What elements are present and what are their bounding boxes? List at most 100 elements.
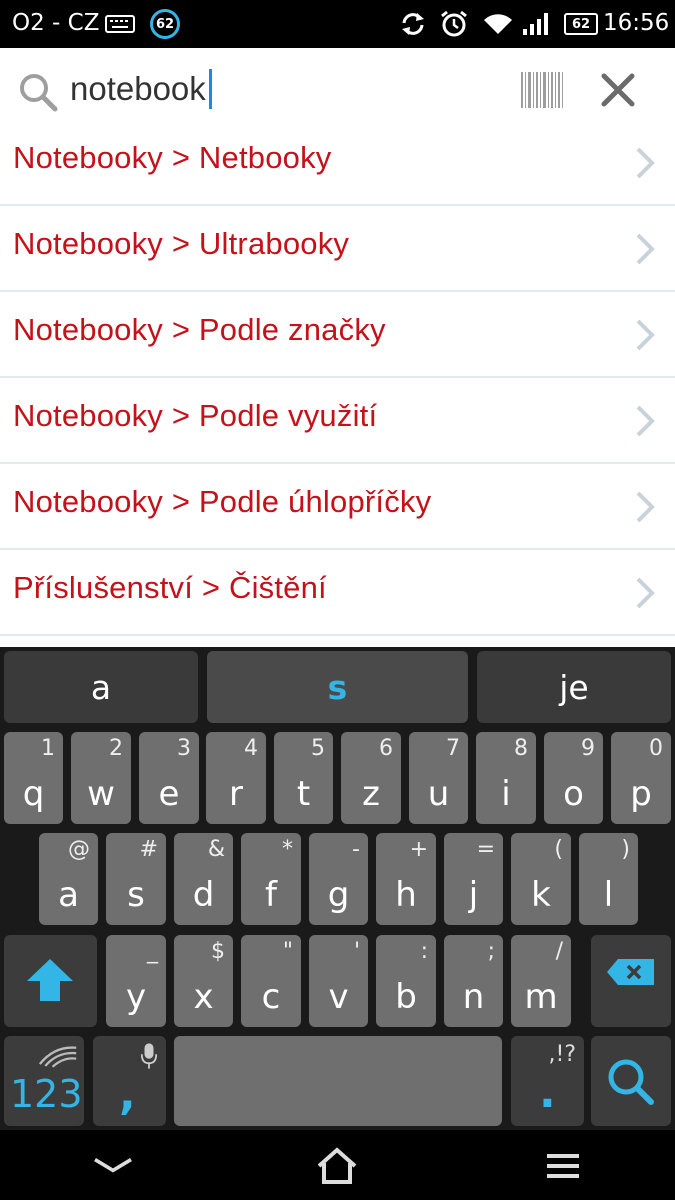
comma-key[interactable]: , [93, 1036, 166, 1126]
key-char: a [58, 875, 79, 915]
period-alt: ,!? [548, 1042, 577, 1067]
key-v[interactable]: ' v [309, 935, 368, 1027]
shift-arrow-icon [27, 959, 73, 1001]
suggestion-item[interactable]: Notebooky > Podle značky [0, 292, 675, 378]
suggestion-label: Notebooky > Netbooky [13, 140, 332, 175]
key-char: r [229, 774, 243, 814]
wifi-icon [484, 14, 512, 34]
key-char: y [125, 977, 147, 1017]
prediction-right[interactable]: je [477, 651, 671, 723]
key-char: h [395, 875, 417, 915]
key-r[interactable]: 4r [206, 732, 266, 824]
key-alt: * [282, 837, 293, 862]
suggestion-label: Příslušenství > Čištění [13, 570, 327, 605]
suggestion-label: Notebooky > Podle úhlopříčky [13, 484, 432, 519]
suggestion-item[interactable]: Notebooky > Ultrabooky [0, 206, 675, 292]
key-char: n [462, 977, 485, 1017]
prediction-bar: a s je [0, 647, 675, 727]
key-c[interactable]: " c [241, 935, 301, 1027]
navigation-bar [0, 1130, 675, 1200]
key-char: f [265, 875, 277, 915]
key-alt: 9 [581, 736, 595, 761]
key-n[interactable]: ; n [444, 935, 503, 1027]
key-alt: ( [554, 837, 563, 862]
key-char: e [158, 774, 180, 814]
shift-key[interactable] [4, 935, 97, 1027]
key-b[interactable]: :b [376, 935, 436, 1027]
key-alt: ' [353, 939, 360, 964]
clear-search-icon[interactable] [600, 72, 636, 108]
key-h[interactable]: + h [376, 833, 436, 925]
key-char: c [261, 977, 281, 1017]
alarm-icon [441, 10, 467, 37]
key-j[interactable]: = j [444, 833, 503, 925]
battery-indicator: 62 [564, 13, 598, 35]
search-action-key[interactable] [591, 1036, 671, 1126]
prediction-center[interactable]: s [207, 651, 468, 723]
key-char: k [531, 875, 551, 915]
key-f[interactable]: * f [241, 833, 301, 925]
menu-icon[interactable] [547, 1152, 579, 1180]
key-char: b [395, 977, 417, 1017]
key-alt: : [420, 939, 428, 964]
key-s[interactable]: # s [106, 833, 166, 925]
key-t[interactable]: 5t [274, 732, 333, 824]
key-a[interactable]: @ a [39, 833, 98, 925]
sync-icon [402, 13, 424, 35]
key-alt: @ [68, 837, 90, 862]
key-alt: " [282, 939, 293, 964]
key-z[interactable]: 6z [341, 732, 401, 824]
key-alt: 1 [41, 736, 55, 761]
prediction-left[interactable]: a [4, 651, 198, 723]
key-u[interactable]: 7u [409, 732, 468, 824]
comma-label: , [119, 1069, 136, 1120]
key-alt: 5 [311, 736, 325, 761]
key-char: j [468, 875, 479, 915]
key-m[interactable]: / m [511, 935, 571, 1027]
key-x[interactable]: $ x [174, 935, 233, 1027]
suggestion-item[interactable]: Notebooky > Podle úhlopříčky [0, 464, 675, 550]
microphone-icon [140, 1043, 158, 1069]
key-alt: + [409, 837, 428, 862]
key-k[interactable]: (k [511, 833, 571, 925]
key-w[interactable]: 2w [71, 732, 131, 824]
key-char: i [501, 774, 511, 814]
key-l[interactable]: ) l [579, 833, 638, 925]
suggestion-item[interactable]: Příslušenství > Čištění [0, 550, 675, 636]
period-label: . [539, 1067, 556, 1118]
period-key[interactable]: ,!? . [511, 1036, 584, 1126]
key-o[interactable]: 9o [544, 732, 603, 824]
home-icon[interactable] [315, 1146, 359, 1186]
barcode-scan-icon[interactable] [520, 70, 564, 110]
key-alt: 8 [514, 736, 528, 761]
keyboard-icon [105, 15, 135, 33]
numbers-key[interactable]: 123 [4, 1036, 84, 1126]
space-bar[interactable] [174, 1036, 502, 1126]
key-g[interactable]: -g [309, 833, 368, 925]
suggestion-item[interactable]: Notebooky > Netbooky [0, 120, 675, 206]
search-query: notebook [70, 70, 206, 107]
key-y[interactable]: _ y [106, 935, 166, 1027]
key-alt: & [207, 837, 225, 862]
suggestion-label: Notebooky > Podle značky [13, 312, 386, 347]
key-char: d [192, 875, 215, 915]
key-i[interactable]: 8i [476, 732, 536, 824]
suggestion-item[interactable]: Notebooky > Podle využití [0, 378, 675, 464]
key-p[interactable]: 0p [611, 732, 671, 824]
chevron-right-icon [636, 147, 655, 179]
search-icon [20, 74, 58, 112]
swiftkey-logo-icon [38, 1046, 77, 1068]
search-input[interactable]: notebook [70, 66, 212, 112]
key-q[interactable]: 1q [4, 732, 63, 824]
back-chevron-icon[interactable] [91, 1156, 135, 1174]
key-alt: _ [147, 939, 158, 964]
suggestion-label: Notebooky > Podle využití [13, 398, 378, 433]
key-char: g [327, 875, 350, 915]
chevron-right-icon [636, 577, 655, 609]
key-d[interactable]: & d [174, 833, 233, 925]
key-alt: 0 [649, 736, 663, 761]
key-e[interactable]: 3e [139, 732, 199, 824]
key-alt: # [139, 837, 158, 862]
backspace-key[interactable] [591, 935, 671, 1027]
key-char: p [630, 774, 652, 814]
